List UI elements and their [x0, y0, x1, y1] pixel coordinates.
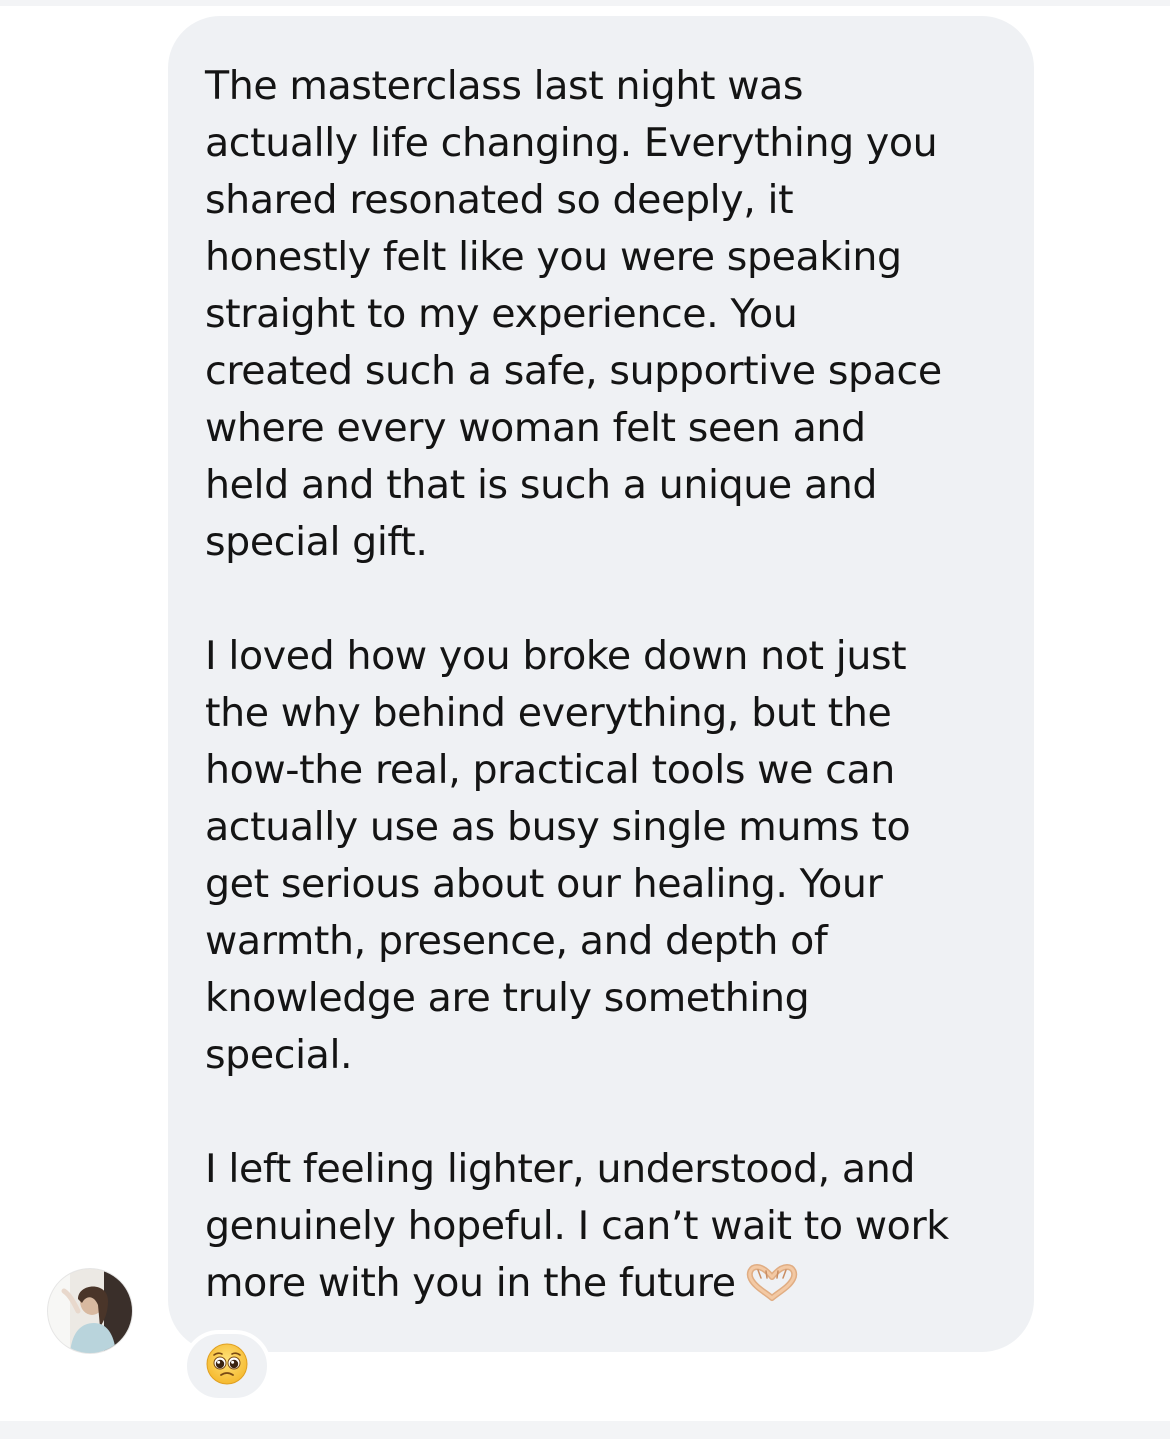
heart-hands-icon	[744, 1261, 800, 1318]
message-paragraph-1: The masterclass last night was actually …	[205, 63, 942, 565]
message-paragraph-3: I left feeling lighter, understood, and …	[205, 1141, 1004, 1318]
message-paragraph-3-text: I left feeling lighter, understood, and …	[205, 1146, 949, 1306]
message-bubble[interactable]: The masterclass last night was actually …	[168, 16, 1034, 1352]
pleading-face-icon	[205, 1342, 249, 1390]
reaction-badge[interactable]	[183, 1330, 271, 1402]
top-divider	[0, 0, 1170, 6]
bottom-divider	[0, 1421, 1170, 1439]
message-paragraph-2: I loved how you broke down not just the …	[205, 633, 911, 1078]
sender-avatar[interactable]	[48, 1269, 132, 1353]
